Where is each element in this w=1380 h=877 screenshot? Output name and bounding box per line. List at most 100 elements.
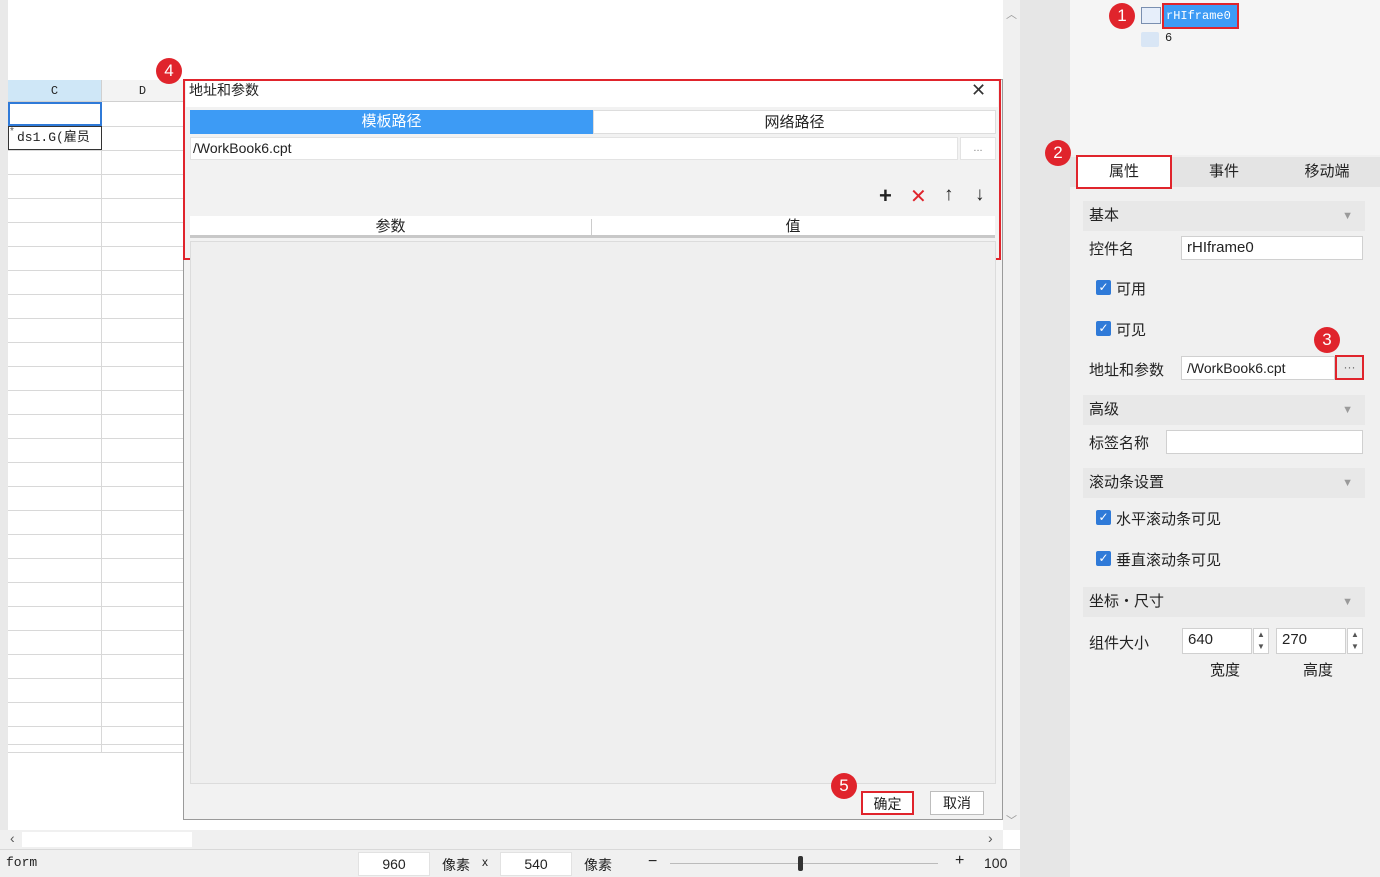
annotation-badge-5: 5	[831, 773, 857, 799]
grid-line	[8, 438, 184, 439]
tab-mobile[interactable]: 移动端	[1278, 157, 1376, 187]
close-icon[interactable]: ✕	[971, 80, 986, 101]
zoom-out-icon[interactable]: −	[648, 853, 657, 871]
zoom-slider-handle[interactable]	[798, 856, 803, 871]
move-down-icon[interactable]: ↓	[975, 184, 985, 206]
address-params-input[interactable]: /WorkBook6.cpt	[1181, 356, 1335, 380]
scroll-right-icon[interactable]: ›	[988, 830, 993, 846]
grid-line	[8, 198, 184, 199]
grid-line	[8, 150, 184, 151]
vscroll-checkbox[interactable]: ✓	[1096, 551, 1111, 566]
section-basic[interactable]: 基本 ▼	[1083, 201, 1365, 231]
tab-events[interactable]: 事件	[1176, 157, 1272, 187]
grid-line	[8, 342, 184, 343]
grid-line	[8, 270, 184, 271]
grid-line	[8, 414, 184, 415]
params-table-body[interactable]	[190, 241, 996, 784]
grid-line	[8, 582, 184, 583]
cell-c2[interactable]: ds1.G(雇员	[8, 126, 102, 150]
browse-button[interactable]: ...	[960, 137, 996, 160]
delete-icon[interactable]: ✕	[910, 184, 927, 209]
collapse-icon[interactable]: ▼	[1342, 468, 1353, 498]
path-input[interactable]: /WorkBook6.cpt	[190, 137, 958, 160]
grid-line	[8, 246, 184, 247]
grid-line	[8, 318, 184, 319]
tag-name-input[interactable]	[1166, 430, 1363, 454]
canvas-height-field[interactable]: 540	[500, 852, 572, 876]
cancel-button[interactable]: 取消	[930, 791, 984, 815]
scroll-left-icon[interactable]: ‹	[10, 830, 15, 846]
control-name-input[interactable]: rHIframe0	[1181, 236, 1363, 260]
vscroll-label: 垂直滚动条可见	[1116, 552, 1222, 569]
horizontal-scrollbar[interactable]: ‹ ›	[0, 830, 1003, 849]
section-advanced[interactable]: 高级 ▼	[1083, 395, 1365, 425]
annotation-badge-1: 1	[1109, 3, 1135, 29]
zoom-slider-track[interactable]	[670, 863, 938, 864]
move-up-icon[interactable]: ↑	[944, 184, 954, 206]
address-params-label: 地址和参数	[1089, 362, 1165, 379]
height-input[interactable]: 270	[1276, 628, 1346, 654]
hscroll-label: 水平滚动条可见	[1116, 511, 1222, 528]
section-scrollbar[interactable]: 滚动条设置 ▼	[1083, 468, 1365, 498]
ok-button[interactable]: 确定	[861, 791, 914, 815]
tree-item-6[interactable]: 6	[1165, 31, 1172, 45]
collapse-icon[interactable]: ▼	[1342, 395, 1353, 425]
annotation-badge-3: 3	[1314, 327, 1340, 353]
section-coordinates[interactable]: 坐标・尺寸 ▼	[1083, 587, 1365, 617]
address-params-browse-button[interactable]: ···	[1335, 355, 1364, 380]
dialog-title: 地址和参数	[189, 82, 259, 98]
panel-gutter	[1020, 0, 1070, 877]
grid-line	[8, 702, 184, 703]
grid-line	[8, 606, 184, 607]
grid-line	[8, 294, 184, 295]
section-scrollbar-label: 滚动条设置	[1089, 474, 1165, 491]
grid-line	[8, 630, 184, 631]
control-name-label: 控件名	[1089, 241, 1135, 258]
tab-network-path[interactable]: 网络路径	[593, 110, 996, 134]
zoom-value: 100	[984, 855, 1008, 871]
scroll-up-icon[interactable]: ︿	[1006, 6, 1017, 22]
dialog-title-bar	[186, 81, 998, 107]
add-icon[interactable]: +	[879, 183, 892, 209]
grid-line	[8, 558, 184, 559]
grid-line	[8, 752, 184, 753]
tab-properties[interactable]: 属性	[1076, 155, 1172, 189]
frame-icon	[1141, 7, 1161, 24]
grid-line	[8, 678, 184, 679]
height-unit-label: 像素	[584, 857, 612, 873]
mode-label: form	[6, 855, 38, 870]
height-caption: 高度	[1303, 662, 1334, 679]
selected-cell[interactable]	[8, 102, 102, 126]
column-header-c[interactable]: C	[8, 80, 102, 102]
grid-line	[8, 510, 184, 511]
width-input[interactable]: 640	[1182, 628, 1252, 654]
collapse-icon[interactable]: ▼	[1342, 587, 1353, 617]
canvas-width-field[interactable]: 960	[358, 852, 430, 876]
hscroll-checkbox[interactable]: ✓	[1096, 510, 1111, 525]
grid-line	[8, 744, 184, 745]
visible-label: 可见	[1116, 322, 1147, 339]
section-advanced-label: 高级	[1089, 401, 1120, 418]
width-unit-label: 像素	[442, 857, 470, 873]
enabled-checkbox[interactable]: ✓	[1096, 280, 1111, 295]
tab-template-path[interactable]: 模板路径	[190, 110, 593, 134]
sheet-left-margin	[0, 0, 8, 830]
grid-line	[8, 390, 184, 391]
value-column-header: 值	[785, 218, 801, 235]
grid-line	[8, 462, 184, 463]
collapse-icon[interactable]: ▼	[1342, 201, 1353, 231]
grid-line	[8, 222, 184, 223]
horizontal-scroll-thumb[interactable]	[22, 832, 192, 847]
height-spinner[interactable]: ▲ ▼	[1347, 628, 1363, 654]
tree-item-rhiframe0[interactable]: rHIframe0	[1162, 3, 1239, 29]
width-caption: 宽度	[1210, 662, 1241, 679]
grid-line	[8, 534, 184, 535]
width-spinner[interactable]: ▲ ▼	[1253, 628, 1269, 654]
annotation-badge-4: 4	[156, 58, 182, 84]
zoom-in-icon[interactable]: +	[955, 852, 964, 870]
scroll-down-icon[interactable]: ﹀	[1006, 812, 1017, 828]
visible-checkbox[interactable]: ✓	[1096, 321, 1111, 336]
grid-line	[8, 486, 184, 487]
vertical-scrollbar[interactable]: ︿ ﹀	[1003, 0, 1020, 830]
size-label: 组件大小	[1089, 635, 1150, 652]
